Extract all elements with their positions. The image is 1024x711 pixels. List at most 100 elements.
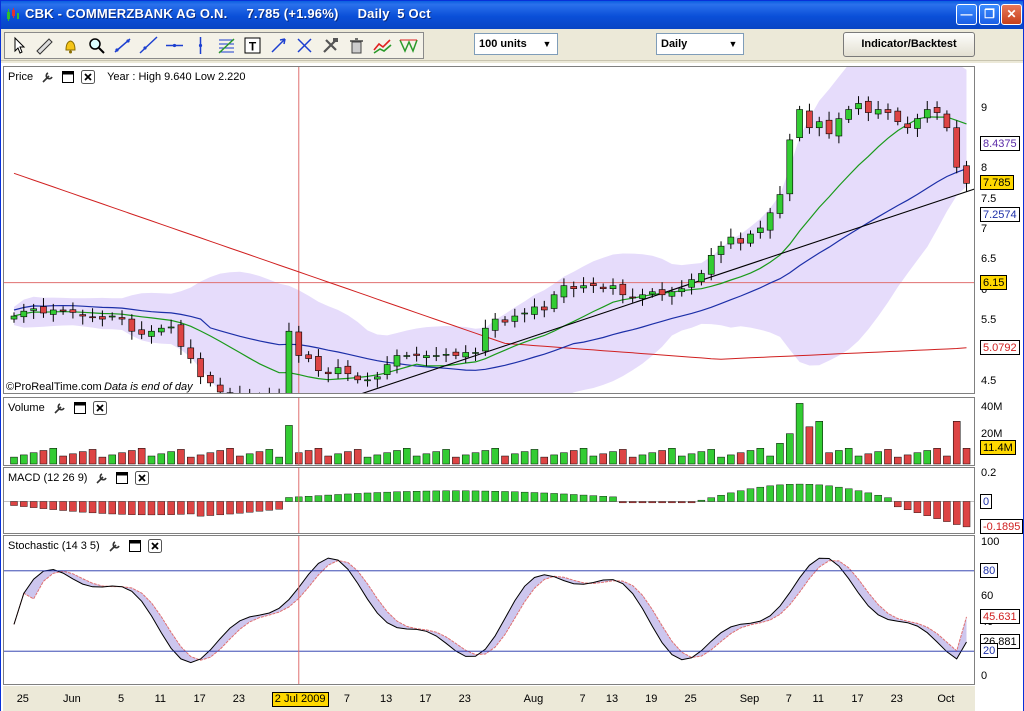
volume-bar (432, 451, 441, 465)
date-axis-label: 7 (785, 693, 792, 705)
stochastic-pane[interactable]: Stochastic (14 3 5) (3, 535, 975, 685)
date-axis-label: 11 (154, 693, 167, 705)
volume-bar (658, 450, 666, 465)
price-chart[interactable] (4, 67, 975, 394)
macd-histogram-bar (962, 501, 971, 528)
alert-bell-tool[interactable] (59, 34, 82, 57)
candle-body-down (69, 309, 77, 313)
candle-body-down (452, 351, 460, 356)
units-select[interactable]: 100 units ▼ (474, 33, 558, 55)
candle-body-down (324, 371, 332, 375)
candle-body-down (177, 324, 185, 347)
last-price-tag: 7.785 (980, 175, 1014, 191)
candle-body-down (629, 296, 636, 299)
close-button[interactable]: ✕ (1001, 4, 1022, 25)
date-axis-label: Jun (63, 693, 81, 705)
price-pane-label: Price (8, 70, 34, 83)
date-axis-label: 23 (458, 693, 471, 705)
stochastic-chart[interactable] (4, 536, 975, 685)
candle-body-up (49, 309, 57, 315)
window-icon[interactable] (128, 539, 142, 553)
crossed-arrows-tool[interactable] (293, 34, 316, 57)
candle-body-up (688, 279, 695, 288)
wrench-icon[interactable] (108, 539, 122, 553)
candle-body-down (40, 306, 47, 314)
arrows-tool[interactable] (267, 34, 290, 57)
restore-button[interactable]: ❐ (979, 4, 1000, 25)
volume-bar (422, 453, 431, 465)
zigzag-tool[interactable] (397, 34, 420, 57)
macd-histogram-bar (373, 492, 382, 502)
volume-pane[interactable]: Volume (3, 397, 975, 466)
price-tick-label: 6.5 (981, 253, 997, 266)
copyright-note: ©ProRealTime.com (6, 381, 102, 393)
candle-body-down (884, 109, 892, 113)
macd-histogram-bar (147, 501, 156, 516)
close-pane-icon[interactable] (147, 538, 162, 553)
text-tool[interactable]: T (241, 34, 264, 57)
trash-tool[interactable] (345, 34, 368, 57)
candlestick-app-icon (7, 8, 19, 21)
volume-bar (412, 455, 421, 465)
zoom-tool[interactable] (85, 34, 108, 57)
macd-histogram-bar (579, 494, 588, 502)
indicator-compare-tool[interactable] (371, 34, 394, 57)
pointer-tool[interactable] (7, 34, 30, 57)
candle-body-down (128, 318, 136, 332)
candle-body-up (776, 194, 784, 214)
volume-bar (373, 454, 382, 465)
close-pane-icon[interactable] (92, 400, 107, 415)
date-axis-label: 13 (605, 693, 619, 705)
macd-histogram-bar (383, 491, 391, 502)
volume-bar (609, 451, 617, 465)
vertical-line-tool[interactable] (189, 34, 212, 57)
macd-histogram-bar (727, 492, 735, 502)
minimize-button[interactable]: — (956, 4, 977, 25)
candle-body-down (187, 347, 195, 359)
stochastic-k-tag: 45.631 (980, 608, 1020, 624)
price-pane[interactable]: Price Year : High 9.640 Low 2.220 ©ProRe… (3, 66, 975, 394)
ma-long-value-tag: 5.0792 (980, 339, 1020, 355)
wrench-icon[interactable] (41, 70, 55, 84)
ruler-tool[interactable] (33, 34, 56, 57)
close-pane-icon[interactable] (81, 69, 96, 84)
stochastic-tick-label: 100 (981, 536, 1000, 548)
period-select[interactable]: Daily ▼ (656, 33, 744, 55)
window-icon[interactable] (73, 401, 87, 415)
trendline-tool[interactable] (111, 34, 134, 57)
data-note: Data is end of day (104, 381, 193, 393)
candle-body-down (599, 286, 607, 290)
fibonacci-tool[interactable] (215, 34, 238, 57)
indicator-backtest-button[interactable]: Indicator/Backtest (843, 32, 975, 57)
macd-histogram-bar (638, 501, 647, 504)
volume-bar (314, 448, 323, 465)
macd-histogram-bar (540, 492, 548, 502)
candle-body-up (462, 352, 470, 358)
close-pane-icon[interactable] (135, 470, 150, 485)
title-bar[interactable]: CBK - COMMERZBANK AG O.N. 7.785 (+1.96%)… (1, 1, 1023, 29)
macd-pane[interactable]: MACD (12 26 9) (3, 467, 975, 534)
wrench-icon[interactable] (95, 471, 109, 485)
wrench-icon[interactable] (53, 401, 67, 415)
candle-body-up (845, 109, 853, 120)
wrench-hammer-tool[interactable] (319, 34, 342, 57)
volume-bar (20, 454, 28, 465)
volume-bar (344, 451, 352, 465)
candle-body-down (118, 317, 126, 320)
candle-body-up (786, 139, 794, 195)
macd-histogram-bar (766, 485, 774, 502)
volume-bar (815, 421, 823, 465)
window-icon[interactable] (115, 471, 129, 485)
macd-histogram-bar (88, 501, 97, 514)
macd-histogram-bar (422, 490, 431, 502)
candle-body-down (226, 392, 234, 393)
macd-histogram-bar (471, 490, 480, 502)
date-axis-label: 23 (890, 693, 903, 705)
volume-bar (569, 450, 578, 465)
macd-histogram-bar (462, 490, 470, 502)
volume-chart[interactable] (4, 398, 975, 466)
volume-bar (471, 452, 480, 465)
window-icon[interactable] (61, 70, 75, 84)
horizontal-line-tool[interactable] (163, 34, 186, 57)
ray-tool[interactable] (137, 34, 160, 57)
